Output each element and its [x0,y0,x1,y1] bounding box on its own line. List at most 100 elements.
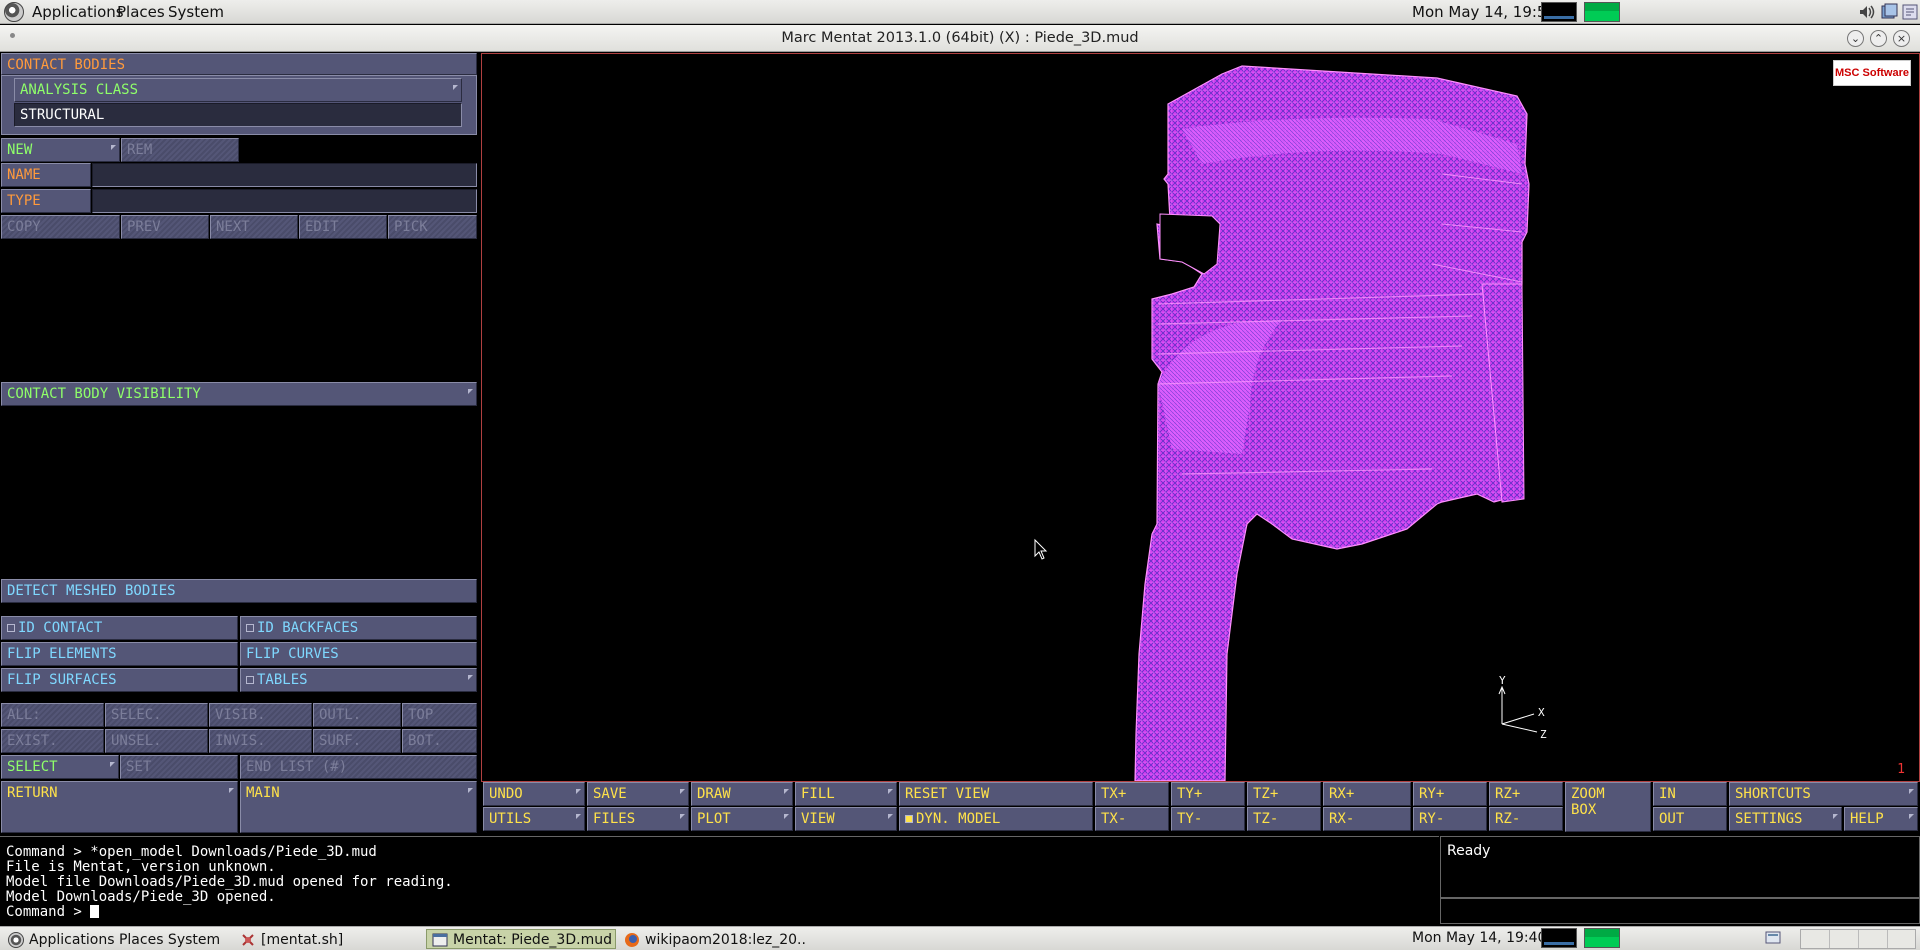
set-button[interactable]: SET [120,755,238,779]
pick-button[interactable]: PICK [388,215,477,239]
main-button[interactable]: MAIN [240,781,477,833]
contact-bodies-title: CONTACT BODIES [1,53,477,75]
rem-button[interactable]: REM [121,138,239,162]
zoom-out-button[interactable]: OUT [1653,807,1727,831]
settings-button[interactable]: SETTINGS [1729,807,1842,831]
tables-button[interactable]: TABLES [240,668,477,692]
flip-surfaces-button[interactable]: FLIP SURFACES [1,668,238,692]
name-field[interactable] [92,163,477,187]
window-list-icon[interactable] [1880,3,1898,21]
places-menu[interactable]: Places [117,2,165,22]
system-monitor-cpu-icon[interactable] [1541,928,1577,948]
ry-plus-button[interactable]: RY+ [1413,782,1487,806]
select-exist-button[interactable]: EXIST. [1,729,104,753]
detect-meshed-bodies-button[interactable]: DETECT MESHED BODIES [1,579,477,603]
select-button[interactable]: SELECT [1,755,119,779]
select-surface-button[interactable]: SURF. [313,729,401,753]
view-button[interactable]: VIEW [795,807,897,831]
zoom-in-button[interactable]: IN [1653,782,1727,806]
dyn-model-toggle[interactable]: DYN. MODEL [899,807,1093,831]
gnome-foot-icon [8,932,24,948]
submenu-arrow-icon [110,762,115,767]
select-top-button[interactable]: TOP [402,703,477,727]
axis-x-label: X [1538,706,1545,719]
contact-body-visibility-button[interactable]: CONTACT BODY VISIBILITY [1,382,477,406]
select-outline-button[interactable]: OUTL. [313,703,401,727]
dyn-model-label: DYN. MODEL [916,811,1001,827]
select-bottom-button[interactable]: BOT. [402,729,477,753]
analysis-class-button[interactable]: ANALYSIS CLASS [14,78,462,102]
show-desktop-icon[interactable] [1764,929,1782,947]
ty-plus-button[interactable]: TY+ [1171,782,1245,806]
task-firefox[interactable]: wikipaom2018:lez_20... [618,929,808,949]
window-titlebar[interactable]: Marc Mentat 2013.1.0 (64bit) (X) : Piede… [0,25,1920,52]
status-text: Ready [1447,843,1491,859]
gnome-foot-icon[interactable] [4,2,24,22]
id-contact-toggle[interactable]: ID CONTACT [1,616,238,640]
rz-minus-button[interactable]: RZ- [1489,807,1563,831]
tz-minus-button[interactable]: TZ- [1247,807,1321,831]
save-button[interactable]: SAVE [587,782,689,806]
help-button[interactable]: HELP [1844,807,1918,831]
tx-plus-button[interactable]: TX+ [1095,782,1169,806]
system-monitor-mem-icon[interactable] [1584,2,1620,22]
zoom-box-button[interactable]: ZOOM BOX [1565,782,1651,832]
volume-icon[interactable] [1858,3,1876,21]
close-icon[interactable]: × [1893,30,1910,47]
fill-button[interactable]: FILL [795,782,897,806]
ry-minus-button[interactable]: RY- [1413,807,1487,831]
end-list-button[interactable]: END LIST (#) [240,755,477,779]
submenu-arrow-icon [680,814,685,819]
applications-menu[interactable]: Applications [32,2,124,22]
save-label: SAVE [593,786,627,802]
rx-minus-button[interactable]: RX- [1323,807,1411,831]
prev-button[interactable]: PREV [121,215,209,239]
id-backfaces-toggle[interactable]: ID BACKFACES [240,616,477,640]
axis-z-label: Z [1540,728,1547,741]
shortcuts-button[interactable]: SHORTCUTS [1729,782,1918,806]
window-menu-icon[interactable] [10,33,15,38]
left-menu-panel: CONTACT BODIES ANALYSIS CLASS STRUCTURAL… [0,53,480,833]
undo-button[interactable]: UNDO [483,782,585,806]
clock[interactable]: Mon May 14, 19:50 [1412,2,1556,22]
notification-icon[interactable] [1901,3,1919,21]
return-button[interactable]: RETURN [1,781,238,833]
copy-button[interactable]: COPY [1,215,120,239]
plot-button[interactable]: PLOT [691,807,793,831]
utils-button[interactable]: UTILS [483,807,585,831]
system-menu[interactable]: System [168,2,224,22]
select-all-button[interactable]: ALL: [1,703,104,727]
maximize-icon[interactable]: ⌃ [1870,30,1887,47]
task-mentat-sh[interactable]: [mentat.sh] [234,929,424,949]
command-input[interactable]: Command > [6,905,1433,920]
rz-plus-button[interactable]: RZ+ [1489,782,1563,806]
rx-plus-button[interactable]: RX+ [1323,782,1411,806]
tz-plus-button[interactable]: TZ+ [1247,782,1321,806]
task-mentat-window[interactable]: Mentat: Piede_3D.mud [426,929,616,949]
select-invisible-button[interactable]: INVIS. [209,729,312,753]
reset-view-button[interactable]: RESET VIEW [899,782,1093,806]
return-label: RETURN [7,785,58,801]
ty-minus-button[interactable]: TY- [1171,807,1245,831]
type-field[interactable] [92,189,477,213]
select-selected-button[interactable]: SELEC. [105,703,208,727]
task-applications[interactable]: Applications Places System [2,929,232,949]
tx-minus-button[interactable]: TX- [1095,807,1169,831]
draw-button[interactable]: DRAW [691,782,793,806]
mesh-model[interactable]: Y X Z [482,54,1919,781]
new-button[interactable]: NEW [1,138,120,162]
minimize-icon[interactable]: ⌄ [1847,30,1864,47]
command-output[interactable]: Command > *open_model Downloads/Piede_3D… [0,836,1439,924]
select-visible-button[interactable]: VISIB. [209,703,312,727]
flip-curves-button[interactable]: FLIP CURVES [240,642,477,666]
system-monitor-mem-icon[interactable] [1584,928,1620,948]
files-button[interactable]: FILES [587,807,689,831]
taskbar-clock[interactable]: Mon May 14, 19:40 [1412,928,1546,948]
select-unselected-button[interactable]: UNSEL. [105,729,208,753]
system-monitor-cpu-icon[interactable] [1541,2,1577,22]
next-button[interactable]: NEXT [210,215,298,239]
edit-button[interactable]: EDIT [299,215,387,239]
graphics-viewport[interactable]: Y X Z MSC Software 1 [481,53,1920,782]
flip-elements-button[interactable]: FLIP ELEMENTS [1,642,238,666]
workspace-switcher[interactable] [1800,929,1916,949]
